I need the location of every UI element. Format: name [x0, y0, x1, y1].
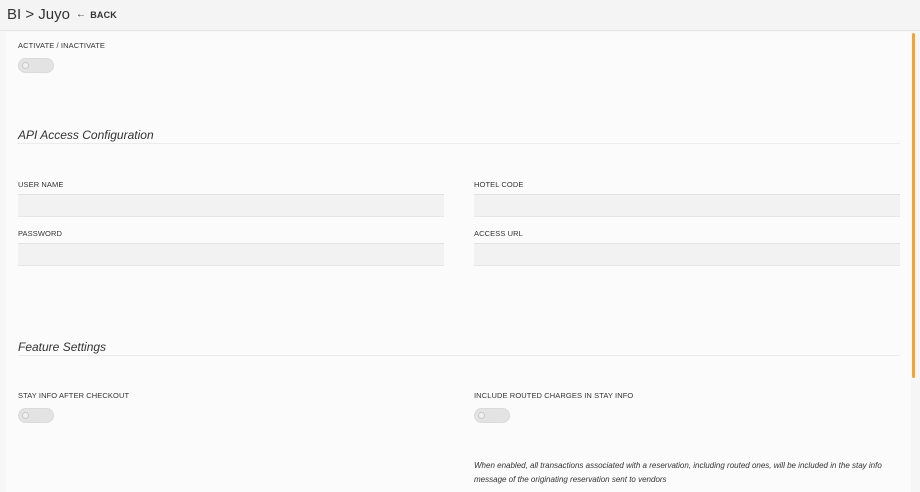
hotel-code-label: HOTEL CODE [474, 180, 524, 189]
user-name-label: USER NAME [18, 180, 64, 189]
api-section-divider [18, 143, 900, 144]
api-section-title: API Access Configuration [18, 128, 154, 142]
user-name-input[interactable] [18, 194, 444, 217]
back-button-label: BACK [90, 10, 118, 20]
password-input[interactable] [18, 243, 444, 266]
access-url-input[interactable] [474, 243, 900, 266]
back-button[interactable]: ← BACK [76, 9, 118, 21]
activate-toggle[interactable] [18, 58, 54, 73]
toggle-knob [22, 62, 29, 69]
feature-section-title: Feature Settings [18, 340, 107, 354]
routed-charges-toggle[interactable] [474, 408, 510, 423]
activate-label: ACTIVATE / INACTIVATE [18, 41, 105, 50]
toggle-knob [22, 412, 29, 419]
scrollbar-thumb[interactable] [912, 33, 915, 378]
stay-info-toggle[interactable] [18, 408, 54, 423]
hotel-code-input[interactable] [474, 194, 900, 217]
toggle-knob [478, 412, 485, 419]
routed-charges-help-text: When enabled, all transactions associate… [474, 461, 882, 484]
breadcrumb: BI > Juyo [7, 6, 70, 23]
routed-charges-label: INCLUDE ROUTED CHARGES IN STAY INFO [474, 391, 634, 400]
feature-section-divider [18, 355, 900, 356]
access-url-label: ACCESS URL [474, 229, 523, 238]
arrow-left-icon: ← [76, 9, 87, 20]
page-header: BI > Juyo ← BACK [0, 0, 920, 31]
password-label: PASSWORD [18, 229, 62, 238]
stay-info-label: STAY INFO AFTER CHECKOUT [18, 391, 130, 400]
